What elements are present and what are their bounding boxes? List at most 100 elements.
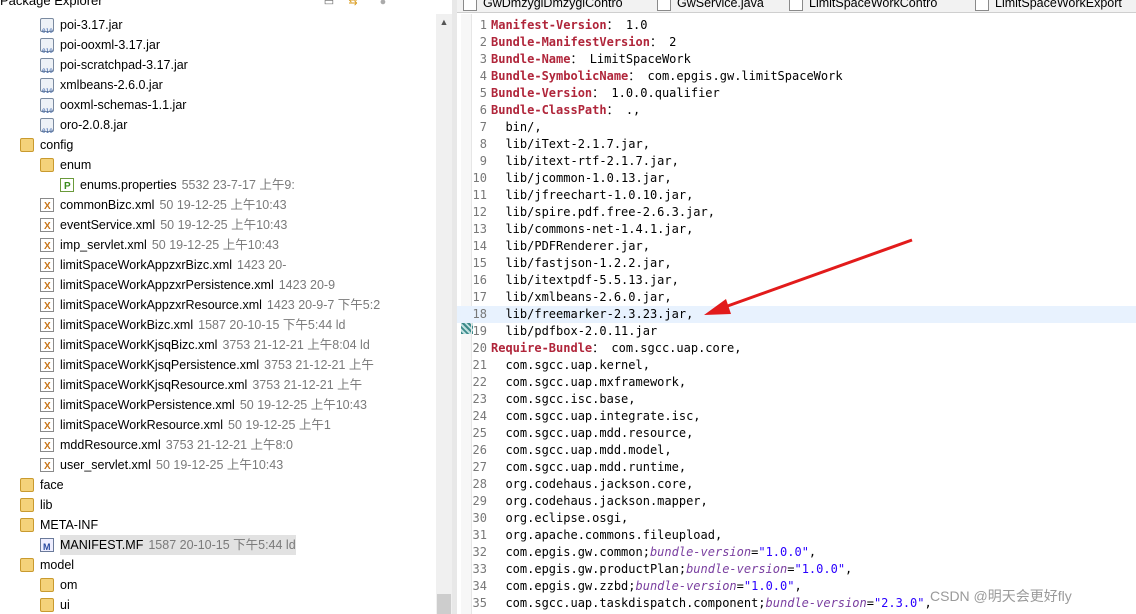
code-line[interactable]: 12 lib/spire.pdf.free-2.6.3.jar, bbox=[457, 204, 1136, 221]
tree-item-name: om bbox=[60, 578, 78, 592]
header-key: Bundle-Version bbox=[491, 86, 593, 100]
xml-icon bbox=[40, 437, 54, 457]
code-line[interactable]: 17 lib/xmlbeans-2.6.0.jar, bbox=[457, 289, 1136, 306]
scroll-up-icon[interactable]: ▲ bbox=[436, 14, 452, 30]
header-value: = bbox=[736, 579, 744, 593]
code-line[interactable]: 19 lib/pdfbox-2.0.11.jar bbox=[457, 323, 1136, 340]
header-value: lib/fastjson-1.2.2.jar, bbox=[491, 256, 672, 270]
view-menu-icon[interactable]: ● bbox=[376, 0, 390, 9]
code-line[interactable]: 2 Bundle-ManifestVersion： 2 bbox=[457, 34, 1136, 51]
code-line[interactable]: 5 Bundle-Version： 1.0.0.qualifier bbox=[457, 85, 1136, 102]
tree-item-label: limitSpaceWorkKjsqPersistence.xml 3753 21… bbox=[60, 355, 374, 375]
line-number: 9 bbox=[479, 154, 487, 168]
tree-item-name: enum bbox=[60, 158, 92, 172]
editor-tab[interactable]: GwDmzyglDmzyglContro bbox=[463, 0, 623, 12]
explorer-scrollbar[interactable]: ▲ bbox=[436, 14, 452, 614]
code-line[interactable]: 3 Bundle-Name： LimitSpaceWork bbox=[457, 51, 1136, 68]
tree-item-meta: 50 19-12-25 上午10:43 bbox=[156, 458, 284, 472]
code-line[interactable]: 26 com.sgcc.uap.mdd.model, bbox=[457, 442, 1136, 459]
scrollbar-thumb[interactable] bbox=[437, 594, 451, 614]
tree-item-meta: 3753 21-12-21 上午8:0 bbox=[165, 438, 293, 452]
tree-item-name: limitSpaceWorkKjsqPersistence.xml bbox=[60, 358, 260, 372]
tree-item-meta: 3753 21-12-21 上午 bbox=[264, 358, 374, 372]
attribute-name: bundle-version bbox=[635, 579, 737, 593]
code-line[interactable]: 24 com.sgcc.uap.integrate.isc, bbox=[457, 408, 1136, 425]
properties-icon bbox=[60, 177, 74, 197]
line-number: 8 bbox=[479, 137, 487, 151]
line-text: lib/itextpdf-5.5.13.jar, bbox=[491, 272, 678, 289]
collapse-all-icon[interactable]: ▭ bbox=[322, 0, 336, 9]
code-line[interactable]: 21 com.sgcc.uap.kernel, bbox=[457, 357, 1136, 374]
header-value: lib/freemarker-2.3.23.jar, bbox=[491, 307, 694, 321]
xml-icon bbox=[40, 277, 54, 297]
line-text: lib/xmlbeans-2.6.0.jar, bbox=[491, 289, 671, 306]
code-line[interactable]: 10 lib/jcommon-1.0.13.jar, bbox=[457, 170, 1136, 187]
manifest-editor: GwDmzyglDmzyglContro GwService.java LimitS… bbox=[457, 0, 1136, 614]
code-line[interactable]: 32 com.epgis.gw.common;bundle-version="1… bbox=[457, 544, 1136, 561]
code-line[interactable]: 23 com.sgcc.isc.base, bbox=[457, 391, 1136, 408]
header-value: com.sgcc.uap.mdd.model, bbox=[491, 443, 672, 457]
code-line[interactable]: 7 bin/, bbox=[457, 119, 1136, 136]
line-text: org.apache.commons.fileupload, bbox=[491, 527, 722, 544]
tree-item-name: mddResource.xml bbox=[60, 438, 161, 452]
editor-tab[interactable]: GwService.java bbox=[657, 0, 764, 12]
link-with-editor-icon[interactable]: ⇆ bbox=[346, 0, 360, 9]
tree-item-name: limitSpaceWorkKjsqBizc.xml bbox=[60, 338, 218, 352]
line-number: 11 bbox=[472, 188, 487, 202]
tree-item-name: limitSpaceWorkBizc.xml bbox=[60, 318, 194, 332]
code-line[interactable]: 25 com.sgcc.uap.mdd.resource, bbox=[457, 425, 1136, 442]
code-line[interactable]: 28 org.codehaus.jackson.core, bbox=[457, 476, 1136, 493]
tree-item-label: poi-3.17.jar bbox=[60, 15, 123, 35]
editor-tab[interactable]: LimitSpaceWorkExport bbox=[975, 0, 1122, 12]
line-number: 24 bbox=[472, 409, 487, 423]
tree-item-name: poi-ooxml-3.17.jar bbox=[60, 38, 161, 52]
line-text: lib/spire.pdf.free-2.6.3.jar, bbox=[491, 204, 715, 221]
line-text: com.epgis.gw.common;bundle-version="1.0.… bbox=[491, 544, 816, 561]
code-line[interactable]: 33 com.epgis.gw.productPlan;bundle-versi… bbox=[457, 561, 1136, 578]
tree-item-name: model bbox=[40, 558, 75, 572]
string-value: "2.3.0" bbox=[873, 596, 925, 610]
code-line[interactable]: 4 Bundle-SymbolicName： com.epgis.gw.limit… bbox=[457, 68, 1136, 85]
line-text: lib/jcommon-1.0.13.jar, bbox=[491, 170, 671, 187]
code-line[interactable]: 6 Bundle-ClassPath： ., bbox=[457, 102, 1136, 119]
package-tree: poi-3.17.jar poi-ooxml-3.17.jar poi-scratc… bbox=[0, 14, 436, 614]
editor-tab[interactable]: LimitSpaceWorkContro bbox=[789, 0, 937, 12]
header-key: Bundle-ClassPath bbox=[491, 103, 607, 117]
code-line[interactable]: 22 com.sgcc.uap.mxframework, bbox=[457, 374, 1136, 391]
tree-item-name: imp_servlet.xml bbox=[60, 238, 147, 252]
code-line[interactable]: 14 lib/PDFRenderer.jar, bbox=[457, 238, 1136, 255]
xml-icon bbox=[40, 397, 54, 417]
code-line[interactable]: 8 lib/iText-2.1.7.jar, bbox=[457, 136, 1136, 153]
line-text: com.epgis.gw.zzbd;bundle-version="1.0.0"… bbox=[491, 578, 801, 595]
line-text: Bundle-Version： 1.0.0.qualifier bbox=[491, 85, 720, 102]
jar-icon bbox=[40, 78, 54, 102]
line-text: Bundle-SymbolicName： com.epgis.gw.limitS… bbox=[491, 68, 843, 85]
line-number: 2 bbox=[479, 35, 487, 49]
tree-item-label: oro-2.0.8.jar bbox=[60, 115, 127, 135]
tree-item-meta: 1587 20-10-15 下午5:44 ld bbox=[198, 318, 346, 332]
tree-item-label: MANIFEST.MF 1587 20-10-15 下午5:44 ld bbox=[60, 535, 296, 555]
header-value: com.sgcc.uap.integrate.isc, bbox=[491, 409, 701, 423]
code-line[interactable]: 1 Manifest-Version： 1.0 bbox=[457, 17, 1136, 34]
line-number: 1 bbox=[479, 18, 487, 32]
editor-tabs: GwDmzyglDmzyglContro GwService.java LimitS… bbox=[457, 0, 1136, 13]
tree-item-label: imp_servlet.xml 50 19-12-25 上午10:43 bbox=[60, 235, 279, 255]
line-number: 14 bbox=[472, 239, 487, 253]
code-line[interactable]: 29 org.codehaus.jackson.mapper, bbox=[457, 493, 1136, 510]
line-number: 23 bbox=[472, 392, 487, 406]
line-text: org.codehaus.jackson.core, bbox=[491, 476, 693, 493]
code-line[interactable]: 13 lib/commons-net-1.4.1.jar, bbox=[457, 221, 1136, 238]
tree-item-label: face bbox=[40, 475, 64, 495]
code-line[interactable]: 30 org.eclipse.osgi, bbox=[457, 510, 1136, 527]
code-line[interactable]: 15 lib/fastjson-1.2.2.jar, bbox=[457, 255, 1136, 272]
header-value: lib/pdfbox-2.0.11.jar bbox=[491, 324, 658, 338]
code-line[interactable]: 11 lib/jfreechart-1.0.10.jar, bbox=[457, 187, 1136, 204]
xml-icon bbox=[40, 197, 54, 217]
code-line[interactable]: 27 com.sgcc.uap.mdd.runtime, bbox=[457, 459, 1136, 476]
code-line[interactable]: 16 lib/itextpdf-5.5.13.jar, bbox=[457, 272, 1136, 289]
tree-item-name: lib bbox=[40, 498, 53, 512]
code-line[interactable]: 18 lib/freemarker-2.3.23.jar, bbox=[457, 306, 1136, 323]
code-line[interactable]: 31 org.apache.commons.fileupload, bbox=[457, 527, 1136, 544]
code-line[interactable]: 9 lib/itext-rtf-2.1.7.jar, bbox=[457, 153, 1136, 170]
code-line[interactable]: 20 Require-Bundle： com.sgcc.uap.core, bbox=[457, 340, 1136, 357]
